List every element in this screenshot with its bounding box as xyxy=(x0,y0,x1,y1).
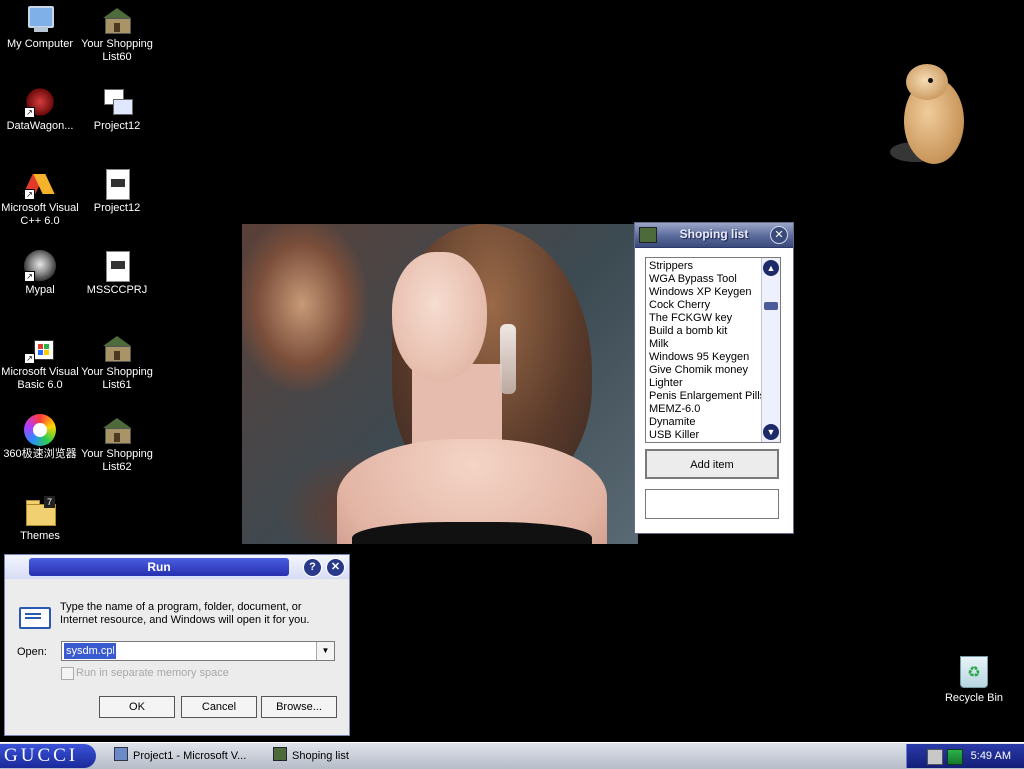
desktop-icon-label: Project12 xyxy=(93,120,141,132)
desktop-icon-visual-cpp[interactable]: ↗ Microsoft Visual C++ 6.0 xyxy=(0,168,80,228)
desktop-icon-label: Mypal xyxy=(25,284,55,296)
start-button[interactable]: GUCCI xyxy=(0,744,96,768)
separate-memory-checkbox[interactable] xyxy=(61,667,74,680)
cancel-button[interactable]: Cancel xyxy=(181,696,257,718)
desktop-icon-label: Themes xyxy=(20,530,60,542)
project-icon xyxy=(101,86,133,118)
desktop-icon-label: DataWagon... xyxy=(6,120,74,132)
folder-icon: 7 xyxy=(24,496,56,528)
shopping-list-titlebar[interactable]: Shoping list ✕ xyxy=(635,223,793,248)
run-title: Run xyxy=(147,560,171,574)
taskbar-item-shopping-list[interactable]: Shoping list xyxy=(273,746,349,766)
desktop-icon-shopping-list-61[interactable]: Your Shopping List61 xyxy=(77,332,157,392)
mypal-icon: ↗ xyxy=(24,250,56,282)
chevron-down-icon[interactable]: ▼ xyxy=(316,642,334,660)
desktop-icon-label: Your Shopping List61 xyxy=(81,366,153,391)
visual-basic-icon xyxy=(114,747,128,761)
shopping-list-window: Shoping list ✕ Strippers WGA Bypass Tool W… xyxy=(634,222,794,534)
help-icon[interactable]: ? xyxy=(303,558,322,577)
photo-image xyxy=(242,224,638,544)
tray-app-icon[interactable] xyxy=(927,749,943,765)
desktop-icon-label: Recycle Bin xyxy=(944,692,1004,704)
clock[interactable]: 5:49 AM xyxy=(971,750,1011,762)
document-icon xyxy=(101,250,133,282)
close-icon[interactable]: ✕ xyxy=(326,558,345,577)
desktop-icon-shopping-list-62[interactable]: Your Shopping List62 xyxy=(77,414,157,474)
desktop-icon-project12-b[interactable]: Project12 xyxy=(77,168,157,215)
desktop-icon-visual-basic[interactable]: ↗ Microsoft Visual Basic 6.0 xyxy=(0,332,80,392)
desktop-icon-project12-a[interactable]: Project12 xyxy=(77,86,157,133)
shopping-items-listbox[interactable]: Strippers WGA Bypass Tool Windows XP Keyge… xyxy=(645,257,781,443)
system-tray: 5:49 AM xyxy=(906,744,1024,768)
new-item-input[interactable] xyxy=(645,489,779,519)
ok-button[interactable]: OK xyxy=(99,696,175,718)
desktop-icon-mypal[interactable]: ↗ Mypal xyxy=(0,250,80,297)
recycle-bin-icon xyxy=(960,656,988,688)
scroll-thumb[interactable] xyxy=(764,302,778,310)
desktop-icon-shopping-list-60[interactable]: Your Shopping List60 xyxy=(77,4,157,64)
taskbar-item-project1[interactable]: Project1 - Microsoft V... xyxy=(114,746,246,766)
desktop-icon-360-browser[interactable]: 360极速浏览器 xyxy=(0,414,80,461)
desktop-icon-recycle-bin[interactable]: Recycle Bin xyxy=(940,656,1008,704)
taskbar-item-label: Project1 - Microsoft V... xyxy=(133,750,247,762)
desktop-icon-label: 360极速浏览器 xyxy=(3,448,77,460)
browser-icon xyxy=(24,414,56,446)
taskbar: GUCCI Project1 - Microsoft V... Shoping … xyxy=(0,742,1024,769)
add-item-button[interactable]: Add item xyxy=(645,449,779,479)
house-icon xyxy=(101,332,133,364)
desktop-icon-label: MSSCCPRJ xyxy=(86,284,148,296)
scroll-down-icon[interactable]: ▼ xyxy=(763,424,779,440)
network-icon[interactable] xyxy=(947,749,963,765)
desktop-icon-label: Your Shopping List60 xyxy=(81,38,153,63)
run-titlebar[interactable]: Run ? ✕ xyxy=(5,555,349,579)
document-icon xyxy=(101,168,133,200)
run-program-icon xyxy=(19,603,51,629)
desktop-icon-label: Microsoft Visual Basic 6.0 xyxy=(1,366,79,391)
listbox-scrollbar[interactable]: ▲ ▼ xyxy=(761,258,780,442)
separate-memory-label: Run in separate memory space xyxy=(76,667,229,679)
open-combobox[interactable]: ▼ xyxy=(61,641,335,661)
close-icon[interactable]: ✕ xyxy=(770,226,788,244)
desktop-icon-my-computer[interactable]: My Computer xyxy=(0,4,80,51)
hamster-desktop-pet[interactable] xyxy=(890,62,970,166)
house-icon xyxy=(101,4,133,36)
desktop-icon-label: Microsoft Visual C++ 6.0 xyxy=(1,202,79,227)
taskbar-item-label: Shoping list xyxy=(292,750,349,762)
desktop-icon-label: Your Shopping List62 xyxy=(81,448,153,473)
open-label: Open: xyxy=(17,646,47,658)
house-icon xyxy=(273,747,287,761)
run-dialog: Run ? ✕ Type the name of a program, fold… xyxy=(4,554,350,736)
visual-cpp-icon: ↗ xyxy=(23,168,56,200)
open-input[interactable] xyxy=(64,643,116,659)
desktop-icon-mssccprj[interactable]: MSSCCPRJ xyxy=(77,250,157,297)
scroll-up-icon[interactable]: ▲ xyxy=(763,260,779,276)
browse-button[interactable]: Browse... xyxy=(261,696,337,718)
desktop-icon-label: Project12 xyxy=(93,202,141,214)
desktop-icon-label: My Computer xyxy=(6,38,74,50)
computer-icon xyxy=(24,4,56,36)
house-icon xyxy=(101,414,133,446)
run-description: Type the name of a program, folder, docu… xyxy=(60,601,310,626)
desktop-icon-themes[interactable]: 7 Themes xyxy=(0,496,80,543)
datawagon-icon: ↗ xyxy=(24,86,56,118)
visual-basic-icon: ↗ xyxy=(24,332,56,364)
desktop-icon-datawagon[interactable]: ↗ DataWagon... xyxy=(0,86,80,133)
